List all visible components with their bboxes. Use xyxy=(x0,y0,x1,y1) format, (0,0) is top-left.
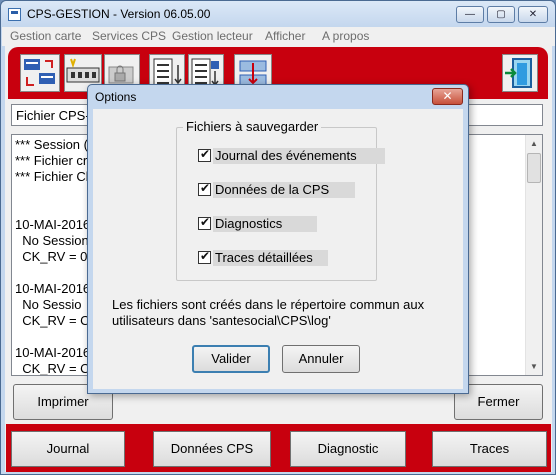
log-folder-note: Les fichiers sont créés dans le répertoi… xyxy=(112,297,425,328)
menu-gestion-lecteur[interactable]: Gestion lecteur xyxy=(172,29,253,43)
option-label: Diagnostics xyxy=(213,216,317,232)
title-bar[interactable]: CPS-GESTION - Version 06.05.00 — ▢ ✕ xyxy=(1,1,555,27)
dialog-close-button[interactable]: ✕ xyxy=(432,88,463,105)
menu-bar: Gestion carte Services CPS Gestion lecte… xyxy=(2,27,555,46)
log-line: No Sessio xyxy=(15,297,82,312)
scroll-down-icon[interactable]: ▼ xyxy=(526,358,542,375)
scroll-up-icon[interactable]: ▲ xyxy=(526,135,542,152)
log-line: *** Session ( xyxy=(15,137,88,152)
dialog-title: Options xyxy=(95,90,137,104)
files-group: Fichiers à sauvegarder Journal des événe… xyxy=(176,119,385,281)
menu-gestion-carte[interactable]: Gestion carte xyxy=(10,29,81,43)
maximize-button[interactable]: ▢ xyxy=(487,6,515,23)
log-line: CK_RV = C xyxy=(15,361,90,376)
tab-donnees-cps[interactable]: Données CPS xyxy=(153,431,271,467)
option-label: Journal des événements xyxy=(213,148,385,164)
close-window-button[interactable]: ✕ xyxy=(518,6,548,23)
log-scrollbar[interactable]: ▲ ▼ xyxy=(525,135,542,375)
log-line: *** Fichier cr xyxy=(15,153,88,168)
bottom-tab-bar: Journal Données CPS Diagnostic Traces xyxy=(6,424,551,472)
log-line: 10-MAI-2016 xyxy=(15,281,91,296)
tab-diagnostic[interactable]: Diagnostic xyxy=(290,431,406,467)
app-icon xyxy=(8,8,21,21)
group-label: Fichiers à sauvegarder xyxy=(183,119,322,134)
log-line: 10-MAI-2016 xyxy=(15,217,91,232)
card-transfer-icon[interactable] xyxy=(20,54,60,92)
checkbox[interactable] xyxy=(198,181,211,196)
checkbox[interactable] xyxy=(198,215,211,230)
log-line: CK_RV = C xyxy=(15,313,90,328)
window-title: CPS-GESTION - Version 06.05.00 xyxy=(27,7,211,21)
log-line: CK_RV = 0 xyxy=(15,249,88,264)
log-line: No Session xyxy=(15,233,89,248)
file-path-text: Fichier CPS- xyxy=(16,108,90,123)
log-line: *** Fichier Cl xyxy=(15,169,89,184)
option-label: Données de la CPS xyxy=(213,182,355,198)
checkbox[interactable] xyxy=(198,249,211,264)
scroll-thumb[interactable] xyxy=(527,153,541,183)
checkbox[interactable] xyxy=(198,147,211,162)
dialog-body: Fichiers à sauvegarder Journal des événe… xyxy=(93,109,463,389)
cancel-button[interactable]: Annuler xyxy=(282,345,360,373)
tab-traces[interactable]: Traces xyxy=(432,431,547,467)
minimize-button[interactable]: — xyxy=(456,6,484,23)
menu-afficher[interactable]: Afficher xyxy=(265,29,305,43)
validate-button[interactable]: Valider xyxy=(192,345,270,373)
menu-services-cps[interactable]: Services CPS xyxy=(92,29,166,43)
log-line: 10-MAI-2016 xyxy=(15,345,91,360)
menu-a-propos[interactable]: A propos xyxy=(322,29,369,43)
option-label: Traces détaillées xyxy=(213,250,328,266)
exit-door-icon[interactable] xyxy=(502,54,538,92)
tab-journal[interactable]: Journal xyxy=(11,431,125,467)
options-dialog: Options ✕ Fichiers à sauvegarder Journal… xyxy=(87,84,469,394)
